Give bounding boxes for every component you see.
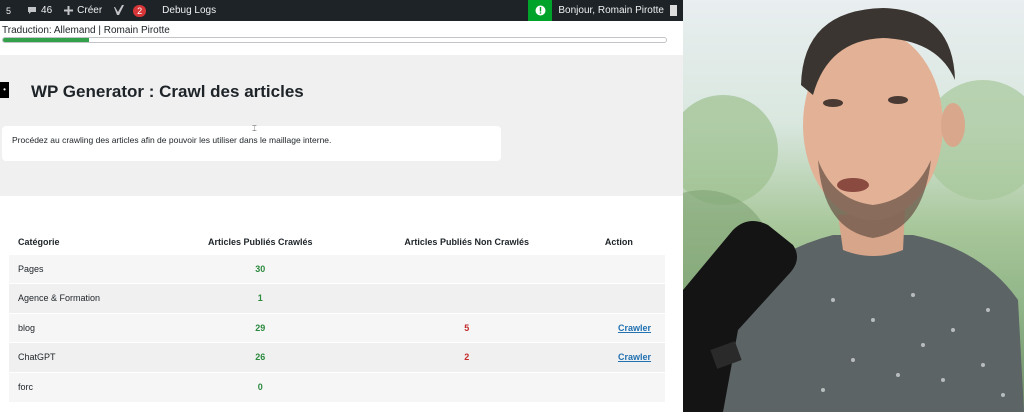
crawler-link[interactable]: Crawler [618,323,651,333]
admin-bar: 5 46 Créer 2 Debug Logs Bonjour, Romain … [0,0,683,21]
category-cell: blog [9,312,165,343]
webcam-overlay [683,0,1024,412]
comments-menu[interactable]: 46 [17,0,58,21]
counter-value: 5 [6,5,12,16]
category-table-panel: Catégorie Articles Publiés Crawlés Artic… [0,196,683,412]
browser-screen: 5 46 Créer 2 Debug Logs Bonjour, Romain … [0,0,683,412]
debug-logs-menu[interactable]: Debug Logs [152,0,222,21]
create-menu[interactable]: Créer [58,0,108,21]
category-cell: Agence & Formation [9,283,165,313]
not-crawled-cell: 2 [355,342,578,372]
admin-bar-counter[interactable]: 5 [0,0,17,21]
category-cell: ChatGPT [9,342,165,372]
crawled-cell: 1 [164,283,356,313]
mouse-cursor: ⌶ [252,124,257,133]
table-row: Agence & Formation 1 [9,283,665,313]
translation-progress [2,37,667,43]
alert-icon[interactable] [528,0,553,21]
page-title: WP Generator : Crawl des articles [31,82,304,101]
action-cell: Crawler [577,312,665,343]
table-row: ChatGPT 26 2 Crawler [9,342,665,372]
not-crawled-cell [355,371,578,402]
comment-icon [28,7,37,14]
category-table: Catégorie Articles Publiés Crawlés Artic… [9,230,665,402]
description-text: Procédez au crawling des articles afin d… [12,135,332,145]
header-not-crawled: Articles Publiés Non Crawlés [404,236,529,247]
crawler-link[interactable]: Crawler [618,352,651,362]
translation-label: Traduction: Allemand | Romain Pirotte [2,25,170,36]
action-cell [577,253,665,284]
action-cell [577,283,665,313]
category-cell: Pages [9,253,165,284]
crawled-cell: 0 [164,371,356,402]
webcam-presenter-illustration [683,8,1024,412]
not-crawled-cell: 5 [355,312,578,343]
plus-icon [64,6,74,15]
yoast-icon [114,5,125,15]
yoast-badge: 2 [133,4,147,17]
category-cell: forc [9,371,165,402]
not-crawled-cell [355,253,578,284]
table-header-row: Catégorie Articles Publiés Crawlés Artic… [9,230,665,254]
yoast-menu[interactable]: 2 [108,0,152,21]
action-cell [577,371,665,402]
header-category: Catégorie [18,236,60,247]
menu-toggle[interactable]: • [0,82,9,98]
crawled-cell: 26 [164,342,356,372]
greeting: Bonjour, Romain Pirotte [558,5,664,16]
account-menu[interactable]: Bonjour, Romain Pirotte [552,0,683,21]
debug-logs-label: Debug Logs [162,5,217,16]
action-cell: Crawler [577,342,665,372]
translation-progress-fill [3,38,90,42]
header-action: Action [604,236,633,247]
table-row: forc 0 [9,371,665,402]
comments-count: 46 [41,5,53,16]
crawled-cell: 30 [164,253,356,284]
header-crawled: Articles Publiés Crawlés [207,236,313,247]
not-crawled-cell [355,283,578,313]
create-label: Créer [77,5,103,16]
translation-bar: Traduction: Allemand | Romain Pirotte [0,21,683,55]
crawled-cell: 29 [164,312,356,343]
table-row: blog 29 5 Crawler [9,312,665,343]
avatar [670,5,677,16]
table-row: Pages 30 [9,253,665,284]
